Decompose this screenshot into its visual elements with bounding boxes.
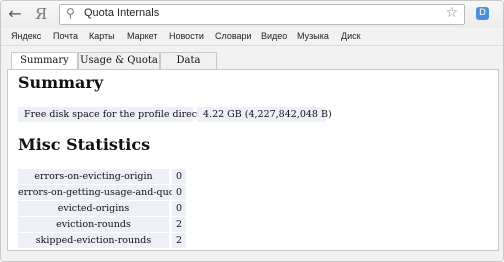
star-icon[interactable]: ☆ [445, 5, 458, 21]
stat-value: 0 [172, 201, 186, 216]
stat-value: 2 [172, 217, 186, 232]
browser-window: ← Я ⚲ Quota Internals ☆ D Яндекс Почта К… [0, 0, 504, 262]
bookmark-market[interactable]: Маркет [127, 31, 157, 41]
stat-name: skipped-eviction-rounds [18, 233, 169, 248]
bookmark-news[interactable]: Новости [169, 31, 204, 41]
stat-value: 0 [172, 185, 186, 200]
bookmark-maps[interactable]: Карты [89, 31, 115, 41]
tab-data[interactable]: Data [160, 52, 217, 69]
stat-value: 0 [172, 169, 186, 184]
stat-name: eviction-rounds [18, 217, 169, 232]
stat-value: 2 [172, 233, 186, 248]
browser-toolbar: ← Я ⚲ Quota Internals ☆ D [1, 1, 503, 28]
stat-name: errors-on-evicting-origin [18, 169, 169, 184]
tab-summary[interactable]: Summary [11, 52, 78, 70]
misc-statistics-heading: Misc Statistics [18, 135, 151, 154]
tab-usage-and-quota[interactable]: Usage & Quota [78, 52, 160, 69]
stat-name: evicted-origins [18, 201, 169, 216]
address-bar[interactable]: ⚲ Quota Internals ☆ [59, 4, 465, 25]
yandex-logo-button[interactable]: Я [31, 4, 51, 24]
tab-content: Summary Free disk space for the profile … [7, 69, 499, 251]
bookmark-yandex[interactable]: Яндекс [11, 31, 41, 41]
address-bar-text[interactable]: Quota Internals [84, 7, 159, 19]
bookmark-disk[interactable]: Диск [341, 31, 361, 41]
bookmark-dictionaries[interactable]: Словари [215, 31, 252, 41]
free-disk-space-label: Free disk space for the profile director… [18, 107, 218, 122]
extension-icon[interactable]: D [476, 7, 489, 20]
arrow-left-icon: ← [8, 4, 22, 23]
bookmark-mail[interactable]: Почта [53, 31, 78, 41]
back-button[interactable]: ← [5, 4, 25, 24]
free-disk-space-value: 4.22 GB (4,227,842,048 B) [197, 107, 332, 122]
summary-heading: Summary [18, 73, 104, 92]
bookmarks-bar: Яндекс Почта Карты Маркет Новости Словар… [1, 28, 503, 46]
bookmark-music[interactable]: Музыка [297, 31, 329, 41]
stat-name: errors-on-getting-usage-and-quota [18, 185, 184, 200]
search-icon: ⚲ [66, 6, 75, 20]
bookmark-video[interactable]: Видео [261, 31, 287, 41]
